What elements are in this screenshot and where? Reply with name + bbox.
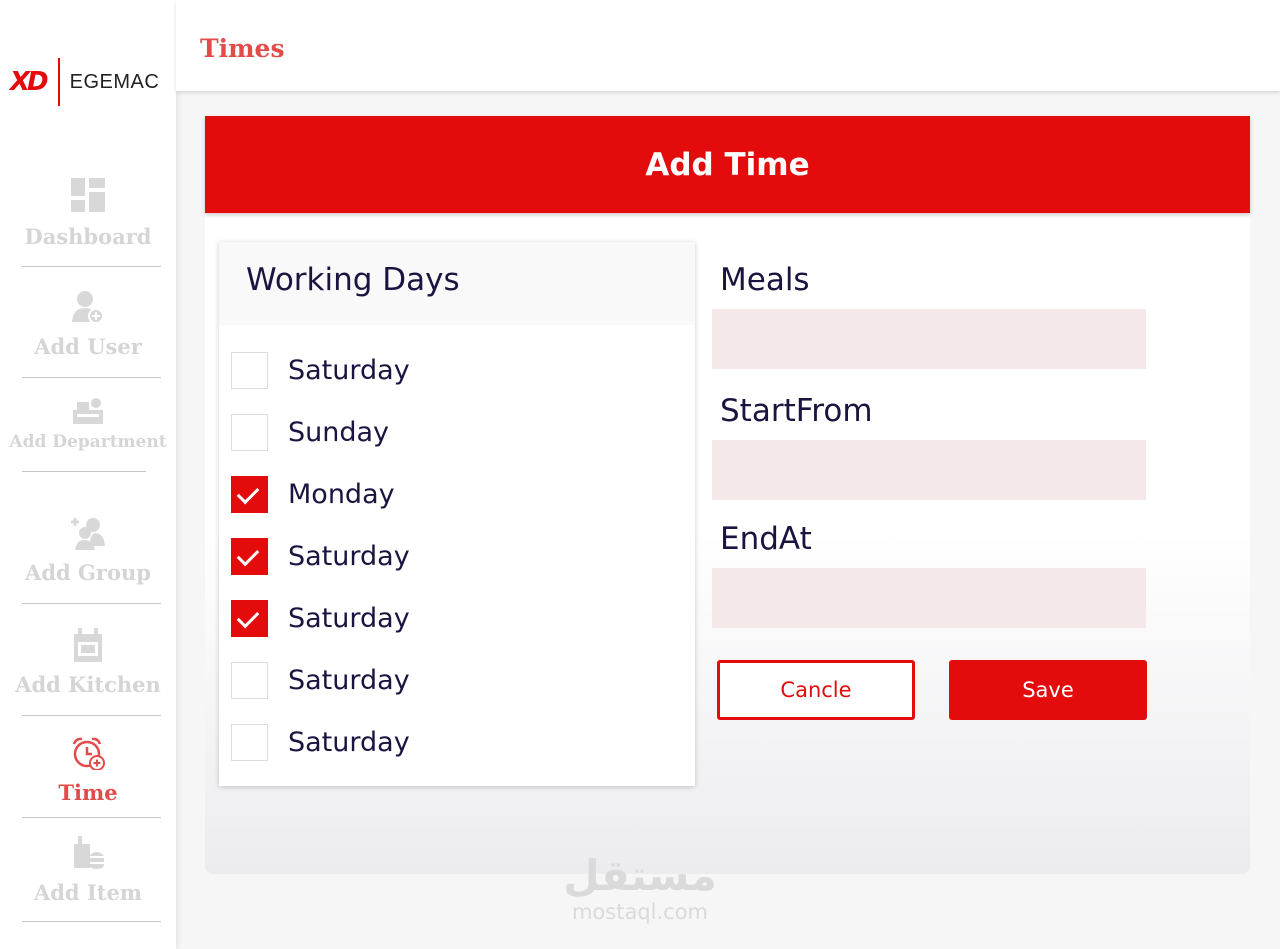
brand-logo: XD EGEMAC: [10, 58, 159, 106]
cancel-button[interactable]: Cancle: [717, 660, 915, 720]
day-checkbox[interactable]: [231, 413, 268, 451]
day-checkbox[interactable]: [231, 351, 268, 389]
start-from-input[interactable]: [712, 440, 1146, 500]
save-button[interactable]: Save: [949, 660, 1147, 720]
meals-label: Meals: [720, 262, 810, 298]
nav-divider: [22, 817, 161, 818]
day-checkbox[interactable]: [231, 475, 268, 513]
logo-divider: [57, 58, 60, 106]
dashboard-icon: [71, 178, 105, 212]
watermark-latin: mostaql.com: [571, 900, 709, 924]
working-days-title: Working Days: [246, 262, 460, 298]
panel-title: Add Time: [645, 146, 810, 183]
panel-header: Add Time: [205, 116, 1250, 213]
add-user-icon: [72, 291, 104, 324]
nav-divider: [22, 715, 161, 716]
kitchen-icon: [74, 628, 102, 662]
day-label: Saturday: [288, 540, 410, 572]
sidebar-item-add-group[interactable]: Add Group: [0, 516, 176, 585]
sidebar-item-label: Add Department: [9, 432, 167, 452]
sidebar-item-dashboard[interactable]: Dashboard: [0, 178, 176, 249]
working-days-card: Working Days Saturday Sunday Monday Satu…: [219, 242, 695, 786]
meals-input[interactable]: [712, 309, 1146, 369]
day-label: Sunday: [288, 416, 390, 448]
alarm-clock-icon: [72, 737, 105, 770]
food-item-icon: [74, 836, 104, 869]
day-label: Saturday: [288, 726, 410, 758]
working-days-header: Working Days: [219, 242, 695, 325]
sidebar-item-add-item[interactable]: Add Item: [0, 836, 176, 905]
sidebar-item-label: Dashboard: [24, 224, 152, 249]
day-row[interactable]: Saturday: [231, 723, 410, 761]
day-row[interactable]: Monday: [231, 475, 395, 513]
brand-name: EGEMAC: [69, 70, 160, 93]
sidebar-item-label: Add Group: [25, 560, 151, 585]
day-row[interactable]: Saturday: [231, 351, 410, 389]
nav-divider: [22, 266, 161, 267]
sidebar-item-add-kitchen[interactable]: Add Kitchen: [0, 628, 176, 697]
sidebar-item-label: Add Kitchen: [15, 672, 161, 697]
day-label: Saturday: [288, 354, 410, 386]
start-from-label: StartFrom: [720, 393, 873, 429]
day-checkbox[interactable]: [231, 599, 268, 637]
department-icon: [73, 398, 103, 424]
watermark: مستقل mostaql.com: [520, 851, 760, 925]
day-row[interactable]: Sunday: [231, 413, 389, 451]
sidebar-item-add-department[interactable]: Add Department: [0, 396, 176, 452]
watermark-arabic: مستقل: [563, 851, 717, 900]
nav-divider: [22, 377, 161, 378]
brand-mark: XD: [10, 67, 49, 97]
sidebar-item-label: Time: [58, 780, 118, 805]
day-label: Saturday: [288, 602, 410, 634]
nav-divider: [22, 471, 146, 472]
nav-divider: [22, 921, 161, 922]
day-row[interactable]: Saturday: [231, 599, 410, 637]
day-checkbox[interactable]: [231, 661, 268, 699]
top-header: Times: [176, 0, 1280, 91]
day-row[interactable]: Saturday: [231, 661, 410, 699]
day-checkbox[interactable]: [231, 537, 268, 575]
day-label: Monday: [288, 478, 395, 510]
page-title: Times: [200, 34, 285, 63]
sidebar: XD EGEMAC Dashboard Add User Add Departm…: [0, 0, 176, 949]
day-label: Saturday: [288, 664, 410, 696]
sidebar-item-label: Add Item: [33, 880, 143, 905]
day-row[interactable]: Saturday: [231, 537, 410, 575]
day-checkbox[interactable]: [231, 723, 268, 761]
sidebar-item-time[interactable]: Time: [0, 736, 176, 805]
end-at-input[interactable]: [712, 568, 1146, 628]
nav-divider: [22, 603, 161, 604]
end-at-label: EndAt: [720, 521, 812, 557]
sidebar-item-add-user[interactable]: Add User: [0, 290, 176, 359]
add-group-icon: [71, 518, 105, 550]
sidebar-item-label: Add User: [34, 334, 142, 359]
